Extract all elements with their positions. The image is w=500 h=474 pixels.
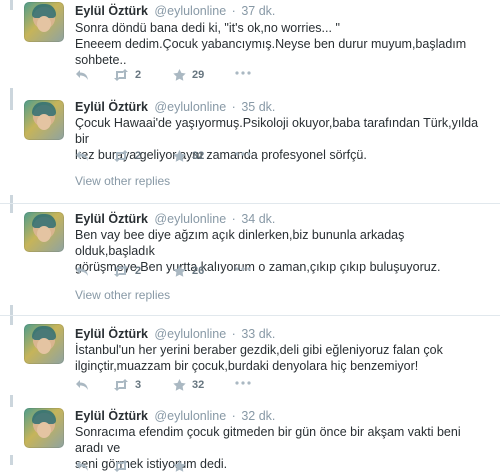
- star-icon[interactable]: [173, 150, 186, 162]
- tweet-header: Eylül Öztürk @eylulonline · 33 dk.: [75, 327, 275, 341]
- more-dots-icon[interactable]: [235, 152, 251, 156]
- separator-dot: ·: [231, 212, 236, 226]
- retweet-icon[interactable]: [113, 69, 129, 81]
- retweet-count: 2: [135, 265, 142, 277]
- tweet[interactable]: Eylül Öztürk @eylulonline · 32 dk. Sonra…: [0, 402, 500, 472]
- retweet-icon[interactable]: [113, 460, 129, 472]
- retweet-icon[interactable]: [113, 265, 129, 277]
- star-icon[interactable]: [173, 379, 186, 391]
- divider: [0, 315, 500, 316]
- tweet-actions: 2 26: [75, 265, 275, 279]
- favorite-count: 32: [192, 150, 205, 162]
- user-name[interactable]: Eylül Öztürk: [75, 212, 148, 226]
- more-dots-icon[interactable]: [235, 381, 251, 385]
- tweet-text-line: Çocuk Hawaai'de yaşıyormuş.Psikoloji oku…: [75, 116, 479, 146]
- tweet-text-line: Eneeem dedim.Çocuk yabancıymış.Neyse ben…: [75, 37, 467, 51]
- user-name[interactable]: Eylül Öztürk: [75, 4, 148, 18]
- user-handle[interactable]: @eylulonline: [154, 327, 226, 341]
- tweet-text: Sonra döndü bana dedi ki, "it's ok,no wo…: [75, 20, 485, 68]
- reply-icon[interactable]: [75, 460, 89, 472]
- view-other-replies-link[interactable]: View other replies: [75, 174, 170, 188]
- retweet-count: 3: [135, 379, 142, 391]
- user-name[interactable]: Eylül Öztürk: [75, 409, 148, 423]
- retweet-icon[interactable]: [113, 150, 129, 162]
- favorite-count: 26: [192, 265, 205, 277]
- separator-dot: ·: [231, 100, 236, 114]
- separator-dot: ·: [231, 327, 236, 341]
- favorite-count: 32: [192, 379, 205, 391]
- star-icon[interactable]: [173, 265, 186, 277]
- tweet-text-line: Sonracıma efendim çocuk gitmeden bir gün…: [75, 425, 461, 455]
- avatar[interactable]: [24, 408, 64, 448]
- timestamp[interactable]: 37 dk.: [241, 4, 275, 18]
- tweet[interactable]: Eylül Öztürk @eylulonline · 35 dk. Çocuk…: [0, 96, 500, 204]
- tweet-text: İstanbul'un her yerini beraber gezdik,de…: [75, 342, 485, 374]
- tweet-text-line: Ben vay bee diye ağzım açık dinlerken,bi…: [75, 228, 405, 258]
- favorite-count: 29: [192, 69, 205, 81]
- timestamp[interactable]: 33 dk.: [241, 327, 275, 341]
- more-dots-icon[interactable]: [235, 267, 251, 271]
- avatar[interactable]: [24, 324, 64, 364]
- tweet-actions: 2 32: [75, 150, 275, 164]
- tweet-actions: 2 29: [75, 69, 275, 83]
- tweet-header: Eylül Öztürk @eylulonline · 32 dk.: [75, 409, 275, 423]
- tweet[interactable]: Eylül Öztürk @eylulonline · 37 dk. Sonra…: [0, 0, 500, 95]
- user-handle[interactable]: @eylulonline: [154, 212, 226, 226]
- retweet-count: 2: [135, 150, 142, 162]
- user-name[interactable]: Eylül Öztürk: [75, 100, 148, 114]
- user-handle[interactable]: @eylulonline: [154, 100, 226, 114]
- star-icon[interactable]: [173, 69, 186, 81]
- avatar[interactable]: [24, 212, 64, 252]
- divider: [0, 203, 500, 204]
- tweet-actions: [75, 460, 275, 474]
- reply-icon[interactable]: [75, 150, 89, 162]
- tweet-text-line: İstanbul'un her yerini beraber gezdik,de…: [75, 343, 443, 357]
- tweet[interactable]: Eylül Öztürk @eylulonline · 33 dk. İstan…: [0, 320, 500, 398]
- avatar[interactable]: [24, 2, 64, 42]
- separator-dot: ·: [231, 409, 236, 423]
- tweet-header: Eylül Öztürk @eylulonline · 37 dk.: [75, 4, 275, 18]
- reply-icon[interactable]: [75, 379, 89, 391]
- user-handle[interactable]: @eylulonline: [154, 409, 226, 423]
- tweet-header: Eylül Öztürk @eylulonline · 35 dk.: [75, 100, 275, 114]
- tweet-text-line: Sonra döndü bana dedi ki, "it's ok,no wo…: [75, 21, 340, 35]
- timestamp[interactable]: 35 dk.: [241, 100, 275, 114]
- timestamp[interactable]: 32 dk.: [241, 409, 275, 423]
- reply-icon[interactable]: [75, 265, 89, 277]
- retweet-icon[interactable]: [113, 379, 129, 391]
- star-icon[interactable]: [173, 460, 186, 472]
- timestamp[interactable]: 34 dk.: [241, 212, 275, 226]
- view-other-replies-link[interactable]: View other replies: [75, 288, 170, 302]
- tweet-text-line: ilginçtir,muazzam bir çocuk,burdaki deny…: [75, 359, 419, 373]
- user-handle[interactable]: @eylulonline: [154, 4, 226, 18]
- tweet-actions: 3 32: [75, 379, 275, 393]
- avatar[interactable]: [24, 100, 64, 140]
- tweet[interactable]: Eylül Öztürk @eylulonline · 34 dk. Ben v…: [0, 208, 500, 312]
- tweet-text-line: sohbete..: [75, 53, 127, 67]
- more-dots-icon[interactable]: [235, 71, 251, 75]
- separator-dot: ·: [231, 4, 236, 18]
- user-name[interactable]: Eylül Öztürk: [75, 327, 148, 341]
- retweet-count: 2: [135, 69, 142, 81]
- tweet-header: Eylül Öztürk @eylulonline · 34 dk.: [75, 212, 275, 226]
- reply-icon[interactable]: [75, 69, 89, 81]
